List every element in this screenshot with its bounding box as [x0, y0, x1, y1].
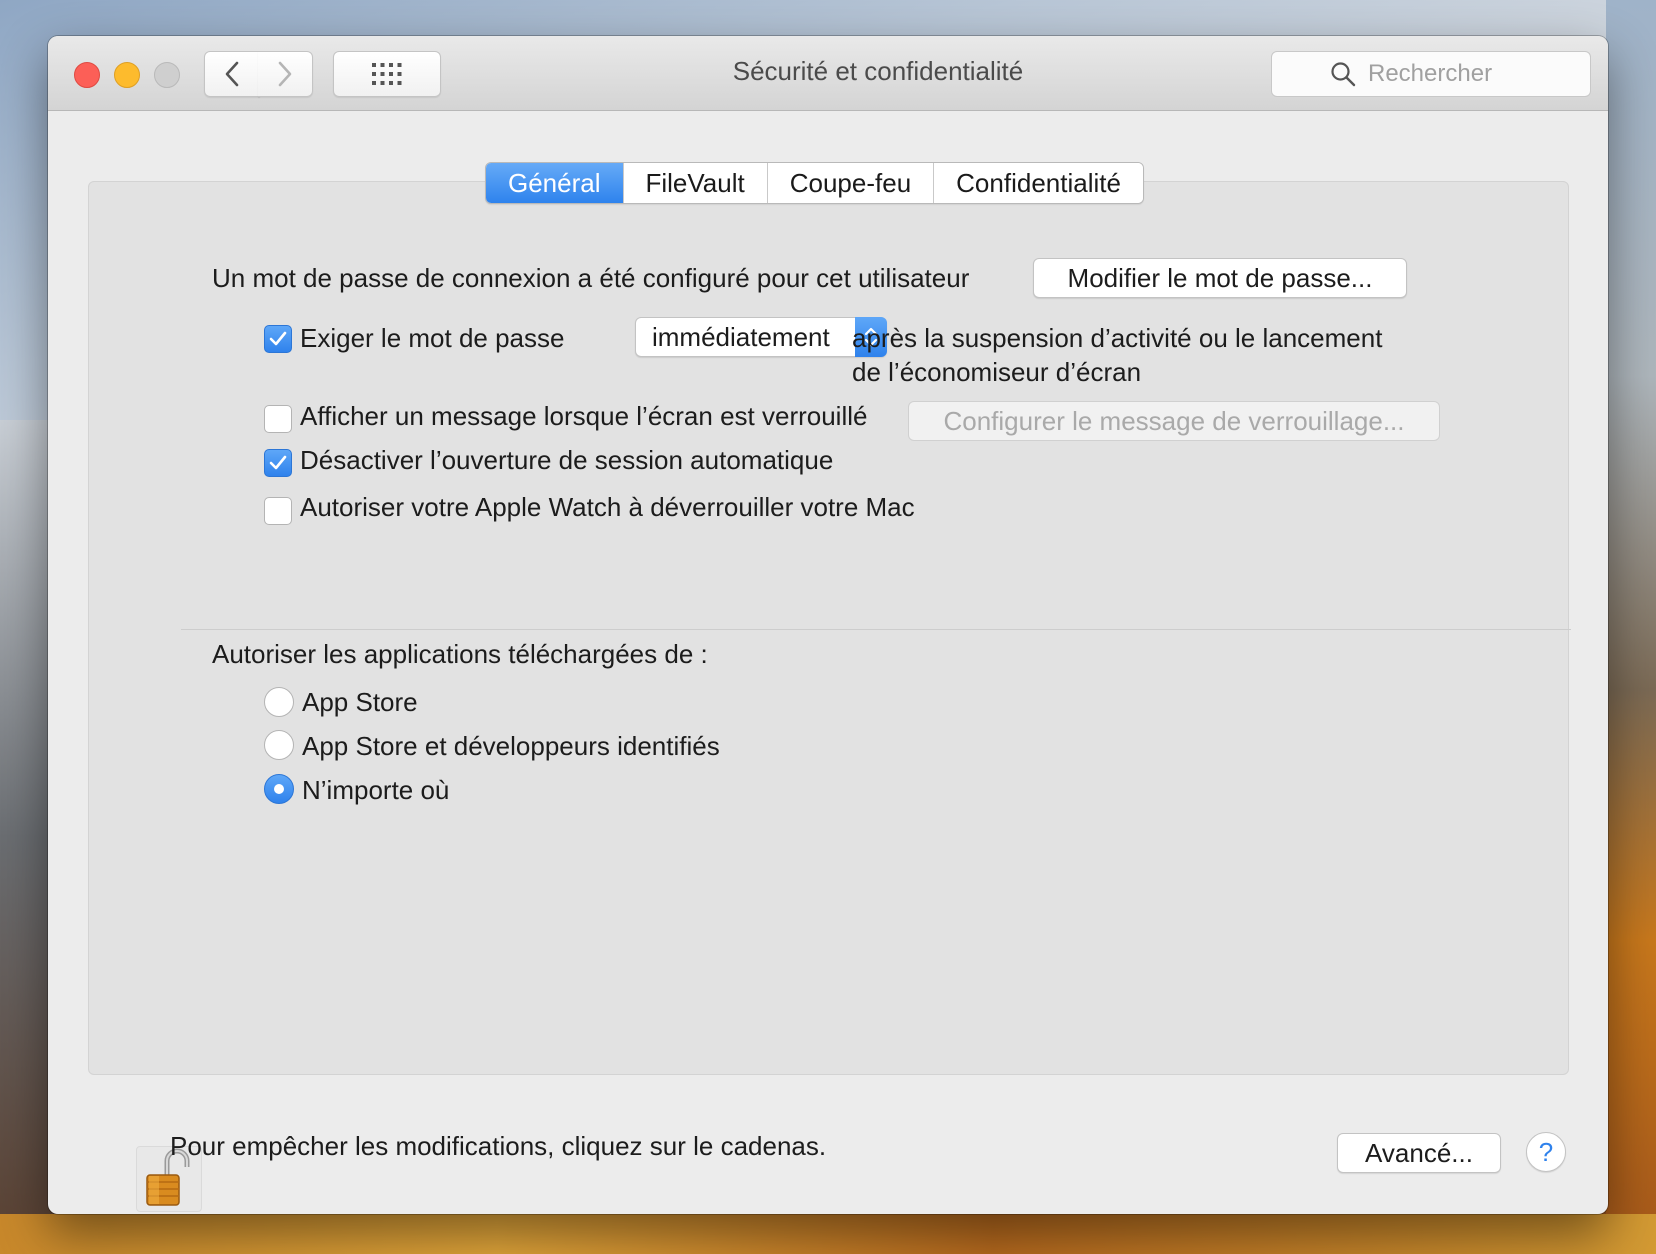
help-button[interactable]: ?	[1526, 1132, 1566, 1172]
tab-privacy[interactable]: Confidentialité	[933, 163, 1143, 203]
back-button[interactable]	[204, 51, 260, 97]
forward-button[interactable]	[258, 51, 313, 97]
require-password-checkbox[interactable]	[264, 325, 292, 353]
checkmark-icon	[269, 331, 287, 346]
tab-content-panel	[88, 181, 1569, 1075]
advanced-button[interactable]: Avancé...	[1337, 1133, 1501, 1173]
change-password-button[interactable]: Modifier le mot de passe...	[1033, 258, 1407, 298]
close-window-button[interactable]	[74, 62, 100, 88]
zoom-window-button[interactable]	[154, 62, 180, 88]
checkmark-icon	[269, 455, 287, 470]
desktop-wallpaper-bottom	[0, 1214, 1656, 1254]
disable-auto-login-label: Désactiver l’ouverture de session automa…	[300, 445, 834, 475]
set-lock-message-button[interactable]: Configurer le message de verrouillage...	[908, 401, 1440, 441]
password-delay-popup[interactable]: immédiatement	[635, 317, 887, 357]
password-delay-value: immédiatement	[652, 322, 830, 352]
radio-anywhere[interactable]	[264, 774, 294, 804]
lock-hint-text: Pour empêcher les modifications, cliquez…	[170, 1131, 827, 1161]
chevron-left-icon	[225, 61, 239, 87]
search-input[interactable]	[1366, 59, 1590, 89]
minimize-window-button[interactable]	[114, 62, 140, 88]
radio-app-store[interactable]	[264, 687, 294, 717]
after-suspension-text-line1: après la suspension d’activité ou le lan…	[852, 323, 1383, 353]
grid-icon	[372, 63, 402, 85]
title-bar: Sécurité et confidentialité	[48, 36, 1608, 111]
tab-bar: Général FileVault Coupe-feu Confidential…	[485, 162, 1144, 204]
search-icon	[1331, 62, 1356, 87]
tab-firewall[interactable]: Coupe-feu	[766, 163, 934, 203]
apple-watch-unlock-label: Autoriser votre Apple Watch à déverrouil…	[300, 492, 915, 522]
window-title: Sécurité et confidentialité	[732, 56, 1024, 86]
disable-auto-login-checkbox[interactable]	[264, 449, 292, 477]
apple-watch-unlock-checkbox[interactable]	[264, 497, 292, 525]
section-divider	[181, 629, 1571, 630]
require-password-label: Exiger le mot de passe	[300, 323, 565, 353]
preferences-window: Sécurité et confidentialité Général File…	[48, 36, 1608, 1214]
tab-general[interactable]: Général	[486, 163, 623, 203]
show-message-checkbox[interactable]	[264, 405, 292, 433]
tab-filevault[interactable]: FileVault	[622, 163, 767, 203]
downloads-heading: Autoriser les applications téléchargées …	[212, 639, 708, 669]
show-message-label: Afficher un message lorsque l’écran est …	[300, 401, 868, 431]
password-info-text: Un mot de passe de connexion a été confi…	[212, 263, 970, 293]
radio-app-store-identified-label: App Store et développeurs identifiés	[302, 731, 720, 761]
radio-app-store-identified[interactable]	[264, 730, 294, 760]
after-suspension-text-line2: de l’économiseur d’écran	[852, 357, 1142, 387]
radio-selected-dot	[274, 784, 284, 794]
show-all-button[interactable]	[333, 51, 441, 97]
chevron-right-icon	[278, 61, 292, 87]
radio-app-store-label: App Store	[302, 687, 418, 717]
radio-anywhere-label: N’importe où	[302, 775, 450, 805]
desktop-wallpaper-right	[1606, 0, 1656, 1254]
search-field[interactable]	[1271, 51, 1591, 97]
